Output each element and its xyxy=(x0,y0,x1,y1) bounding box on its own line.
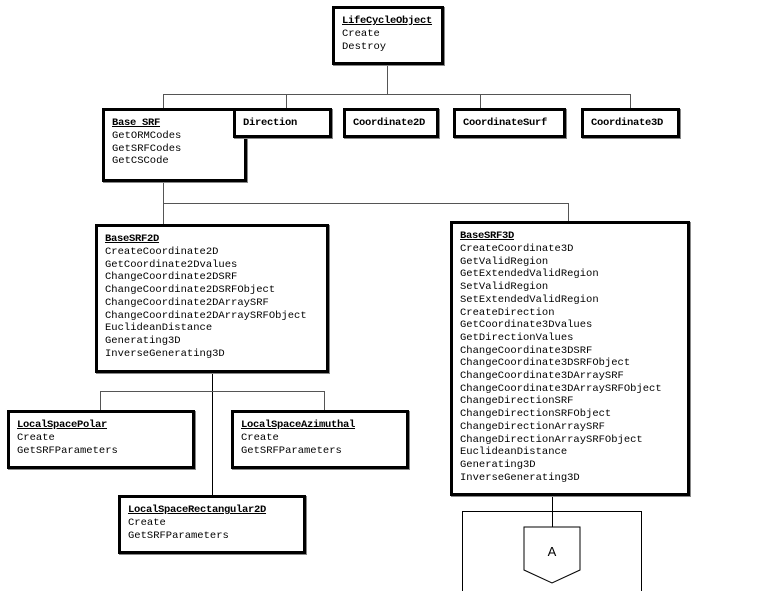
class-coordinatesurf: CoordinateSurf xyxy=(453,108,566,138)
class-direction: Direction xyxy=(233,108,332,138)
class-lifecycleobject: LifeCycleObject Create Destroy xyxy=(332,6,444,65)
method: ChangeCoordinate3DSRFObject xyxy=(460,357,631,370)
connector-line xyxy=(286,94,287,109)
class-coordinate3d: Coordinate3D xyxy=(581,108,680,138)
connector-line xyxy=(163,94,164,108)
method: GetCSCode xyxy=(112,155,169,168)
method: EuclideanDistance xyxy=(460,446,568,459)
method: GetCoordinate3Dvalues xyxy=(460,319,593,332)
method: EuclideanDistance xyxy=(105,322,213,335)
class-title: LocalSpacePolar xyxy=(17,419,108,431)
method: ChangeCoordinate2DSRFObject xyxy=(105,284,276,297)
method: Destroy xyxy=(342,40,387,53)
method: ChangeCoordinate2DArraySRF xyxy=(105,296,269,309)
method: GetSRFParameters xyxy=(17,444,118,457)
off-page-connector: A xyxy=(523,526,581,584)
class-hierarchy-diagram: LifeCycleObject Create Destroy Base SRF … xyxy=(0,0,763,591)
class-basesrf3d: BaseSRF3D CreateCoordinate3D GetValidRegi… xyxy=(450,221,690,496)
method: SetValidRegion xyxy=(460,281,549,294)
method: GetExtendedValidRegion xyxy=(460,268,599,281)
method: GetValidRegion xyxy=(460,255,549,268)
connector-line xyxy=(163,203,569,204)
method: Create xyxy=(17,432,55,444)
method: GetCoordinate2Dvalues xyxy=(105,258,238,271)
class-title: Direction xyxy=(243,116,298,129)
class-basesrf2d: BaseSRF2D CreateCoordinate2D GetCoordinat… xyxy=(95,224,329,373)
method: GetSRFCodes xyxy=(112,142,182,155)
method: SetExtendedValidRegion xyxy=(460,293,599,306)
method: GetDirectionValues xyxy=(460,331,574,344)
connector-line xyxy=(462,511,463,591)
method: Create xyxy=(342,28,380,40)
class-title: Coordinate2D xyxy=(353,116,426,129)
method: InverseGenerating3D xyxy=(460,471,580,484)
method: Generating3D xyxy=(460,458,536,471)
class-localspaceazimuthal: LocalSpaceAzimuthal Create GetSRFParamet… xyxy=(231,410,409,469)
class-title: BaseSRF3D xyxy=(460,230,515,242)
connector-line xyxy=(100,391,325,392)
method: GetSRFParameters xyxy=(128,529,229,542)
connector-line xyxy=(324,391,325,410)
class-localspacepolar: LocalSpacePolar Create GetSRFParameters xyxy=(7,410,195,469)
method: InverseGenerating3D xyxy=(105,347,225,360)
connector-line xyxy=(163,94,631,95)
method: ChangeDirectionSRFObject xyxy=(460,408,612,421)
method: Create xyxy=(241,432,279,444)
class-title: LifeCycleObject xyxy=(342,15,433,27)
method: ChangeCoordinate3DSRF xyxy=(460,344,593,357)
method: ChangeDirectionArraySRF xyxy=(460,420,605,433)
method: ChangeCoordinate2DSRF xyxy=(105,271,238,284)
method: ChangeCoordinate3DArraySRF xyxy=(460,370,624,383)
class-base-srf: Base SRF GetORMCodes GetSRFCodes GetCSCo… xyxy=(102,108,247,182)
connector-line xyxy=(100,391,101,410)
method: Create xyxy=(128,517,166,529)
method: CreateCoordinate3D xyxy=(460,243,574,255)
method-list: CreateCoordinate2D GetCoordinate2Dvalues C… xyxy=(105,246,326,360)
class-title: LocalSpaceAzimuthal xyxy=(241,419,356,431)
class-coordinate2d: Coordinate2D xyxy=(343,108,439,138)
method: ChangeDirectionSRF xyxy=(460,395,574,408)
method: GetORMCodes xyxy=(112,130,182,142)
connector-line xyxy=(462,511,642,512)
class-title: BaseSRF2D xyxy=(105,233,160,245)
connector-line xyxy=(568,203,569,222)
connector-label: A xyxy=(548,544,557,559)
connector-line xyxy=(641,511,642,591)
method: ChangeDirectionArraySRFObject xyxy=(460,433,643,446)
class-title: CoordinateSurf xyxy=(463,116,548,129)
class-localspacerectangular2d: LocalSpaceRectangular2D Create GetSRFPar… xyxy=(118,495,306,554)
method: CreateCoordinate2D xyxy=(105,246,219,258)
method: Generating3D xyxy=(105,334,181,347)
connector-line xyxy=(480,94,481,109)
class-title: LocalSpaceRectangular2D xyxy=(128,504,267,516)
class-title: Base SRF xyxy=(112,117,161,129)
method: GetSRFParameters xyxy=(241,444,342,457)
class-title: Coordinate3D xyxy=(591,116,664,129)
method: ChangeCoordinate2DArraySRFObject xyxy=(105,309,307,322)
method: ChangeCoordinate3DArraySRFObject xyxy=(460,382,662,395)
connector-line xyxy=(630,94,631,109)
method: CreateDirection xyxy=(460,306,555,319)
connector-line xyxy=(387,64,388,94)
method-list: CreateCoordinate3D GetValidRegion GetExten… xyxy=(460,243,687,484)
